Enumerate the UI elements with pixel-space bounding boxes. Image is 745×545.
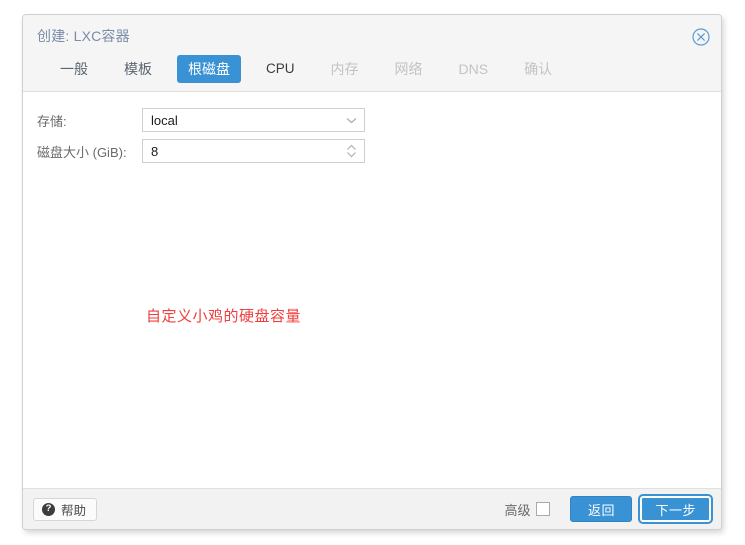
tab-network: 网络 (384, 55, 434, 83)
tab-dns: DNS (448, 55, 500, 83)
next-button[interactable]: 下一步 (640, 496, 711, 522)
disk-size-value: 8 (143, 144, 341, 159)
help-button[interactable]: ? 帮助 (33, 498, 97, 521)
disk-size-label: 磁盘大小 (GiB): (35, 142, 142, 161)
disk-size-input[interactable]: 8 (142, 139, 365, 163)
tab-template[interactable]: 模板 (113, 55, 163, 83)
tab-root-disk[interactable]: 根磁盘 (177, 55, 241, 83)
close-icon[interactable] (691, 27, 711, 47)
spinner-updown-icon[interactable] (341, 140, 361, 162)
question-mark-icon: ? (42, 503, 55, 516)
advanced-checkbox[interactable] (536, 502, 550, 516)
storage-select[interactable]: local (142, 108, 365, 132)
advanced-label: 高级 (504, 500, 530, 519)
dialog-body: 存储: local 磁盘大小 (GiB): 8 (23, 92, 721, 488)
dialog-title: 创建: LXC容器 (23, 15, 721, 47)
help-button-label: 帮助 (61, 500, 86, 519)
storage-label: 存储: (35, 111, 142, 130)
tab-confirm: 确认 (513, 55, 563, 83)
dialog-tabbar: 一般 模板 根磁盘 CPU 内存 网络 DNS 确认 (23, 47, 721, 92)
annotation-text: 自定义小鸡的硬盘容量 (146, 305, 301, 326)
disk-size-row: 磁盘大小 (GiB): 8 (35, 139, 721, 163)
tab-general[interactable]: 一般 (49, 55, 99, 83)
dialog-header: 创建: LXC容器 一般 模板 根磁盘 CPU 内存 网络 DNS 确认 (23, 15, 721, 92)
storage-value: local (143, 113, 341, 128)
root-disk-form: 存储: local 磁盘大小 (GiB): 8 (23, 92, 721, 163)
tab-cpu[interactable]: CPU (255, 55, 306, 83)
storage-row: 存储: local (35, 108, 721, 132)
advanced-toggle[interactable]: 高级 (504, 500, 550, 519)
chevron-down-icon[interactable] (341, 109, 361, 131)
dialog-footer: ? 帮助 高级 返回 下一步 (23, 488, 721, 529)
back-button[interactable]: 返回 (570, 496, 632, 522)
create-lxc-dialog: 创建: LXC容器 一般 模板 根磁盘 CPU 内存 网络 DNS 确认 存储: (22, 14, 722, 530)
tab-memory: 内存 (320, 55, 370, 83)
